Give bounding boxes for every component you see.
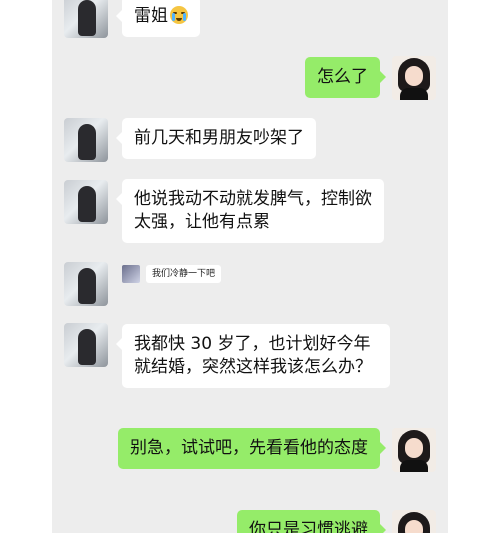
my-avatar[interactable] — [392, 510, 436, 533]
chat-window: 雷姐 怎么了 前几天和男朋友吵架了 他说我动不动就发脾气，控制欲太强，让他有点累… — [52, 0, 448, 533]
mini-message-text: 我们冷静一下吧 — [146, 265, 222, 283]
my-avatar[interactable] — [392, 428, 436, 472]
contact-avatar[interactable] — [64, 323, 108, 367]
message-bubble[interactable]: 前几天和男朋友吵架了 — [116, 118, 316, 159]
message-text: 别急，试试吧，先看看他的态度 — [130, 438, 368, 458]
contact-avatar[interactable] — [64, 180, 108, 224]
contact-avatar[interactable] — [64, 262, 108, 306]
message-text: 怎么了 — [317, 67, 368, 87]
message-text: 你只是习惯逃避 — [249, 520, 368, 533]
message-bubble[interactable]: 雷姐 — [116, 0, 200, 37]
message-bubble[interactable]: 怎么了 — [305, 57, 386, 98]
message-bubble[interactable]: 你只是习惯逃避 — [237, 510, 386, 533]
contact-avatar[interactable] — [64, 0, 108, 38]
message-bubble[interactable]: 别急，试试吧，先看看他的态度 — [118, 428, 386, 469]
message-bubble[interactable]: 他说我动不动就发脾气，控制欲太强，让他有点累 — [116, 179, 384, 243]
my-avatar[interactable] — [392, 56, 436, 100]
message-text: 我都快 30 岁了，也计划好今年就结婚，突然这样我该怎么办？ — [134, 334, 372, 377]
message-text: 他说我动不动就发脾气，控制欲太强，让他有点累 — [134, 189, 372, 232]
message-text: 雷姐 — [134, 6, 168, 26]
crying-face-emoji-icon — [170, 6, 188, 24]
contact-avatar[interactable] — [64, 118, 108, 162]
message-text: 前几天和男朋友吵架了 — [134, 128, 304, 148]
message-bubble[interactable]: 我都快 30 岁了，也计划好今年就结婚，突然这样我该怎么办？ — [116, 324, 390, 388]
mini-avatar — [122, 265, 140, 283]
